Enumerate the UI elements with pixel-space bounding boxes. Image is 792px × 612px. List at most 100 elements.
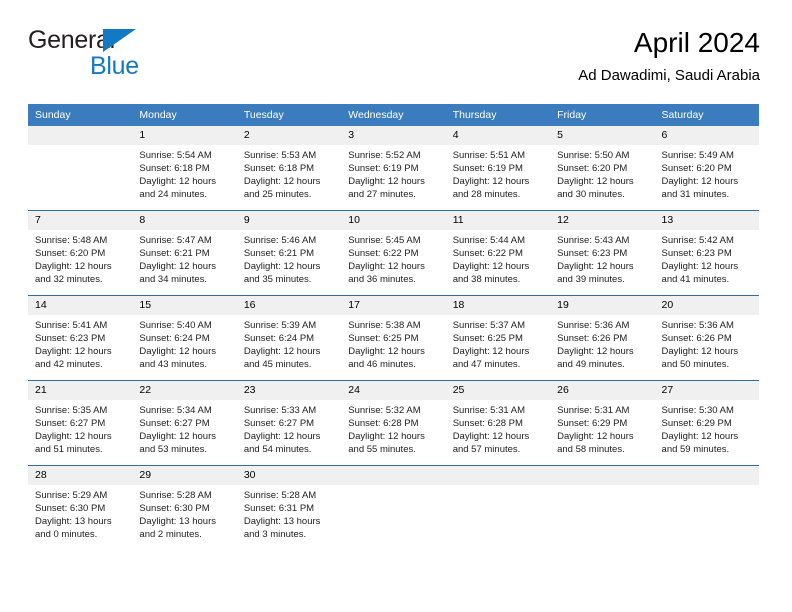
page-header: General Blue April 2024 Ad Dawadimi, Sau…	[28, 26, 760, 98]
calendar-day-cell[interactable]: 24 Sunrise: 5:32 AM Sunset: 6:28 PM Dayl…	[341, 380, 446, 466]
sunrise-text: Sunrise: 5:48 AM	[35, 235, 108, 246]
calendar-day-cell[interactable]: 27 Sunrise: 5:30 AM Sunset: 6:29 PM Dayl…	[654, 380, 759, 466]
daylight-text-line2: and 45 minutes.	[243, 359, 312, 371]
calendar-day-cell[interactable]: 4 Sunrise: 5:51 AM Sunset: 6:19 PM Dayli…	[445, 126, 551, 211]
daylight-text-line2: and 49 minutes.	[557, 359, 625, 371]
daylight-text-line1: Daylight: 12 hours	[348, 261, 425, 273]
sunset-text: Sunset: 6:26 PM	[661, 333, 732, 345]
calendar-day-cell[interactable]: 12 Sunrise: 5:43 AM Sunset: 6:23 PM Dayl…	[550, 210, 655, 296]
daylight-text-line1: Daylight: 12 hours	[661, 176, 739, 188]
calendar-week-row: 7 Sunrise: 5:48 AM Sunset: 6:20 PM Dayli…	[28, 210, 759, 296]
daylight-text-line1: Daylight: 12 hours	[557, 346, 634, 358]
sunset-text: Sunset: 6:26 PM	[557, 333, 628, 345]
daylight-text-line2: and 58 minutes.	[557, 444, 625, 456]
calendar-day-cell[interactable]: 8 Sunrise: 5:47 AM Sunset: 6:21 PM Dayli…	[132, 210, 237, 296]
calendar-day-cell[interactable]: 14 Sunrise: 5:41 AM Sunset: 6:23 PM Dayl…	[28, 295, 133, 381]
calendar-page: General Blue April 2024 Ad Dawadimi, Sau…	[0, 0, 792, 612]
daylight-text-line2: and 34 minutes.	[139, 274, 208, 286]
calendar-day-cell[interactable]: 11 Sunrise: 5:44 AM Sunset: 6:22 PM Dayl…	[445, 210, 551, 296]
calendar-day-cell[interactable]	[550, 465, 655, 550]
day-details: Sunrise: 5:28 AM Sunset: 6:31 PM Dayligh…	[237, 485, 341, 541]
daylight-text-line1: Daylight: 13 hours	[243, 516, 321, 528]
sunrise-text: Sunrise: 5:46 AM	[243, 235, 317, 246]
calendar-day-cell[interactable]: 23 Sunrise: 5:33 AM Sunset: 6:27 PM Dayl…	[236, 380, 342, 466]
weekday-header-thursday: Thursday	[445, 104, 551, 126]
daylight-text-line1: Daylight: 12 hours	[139, 261, 216, 273]
calendar-day-cell[interactable]: 18 Sunrise: 5:37 AM Sunset: 6:25 PM Dayl…	[445, 295, 551, 381]
daylight-text-line2: and 43 minutes.	[139, 359, 208, 371]
calendar-day-cell[interactable]: 6 Sunrise: 5:49 AM Sunset: 6:20 PM Dayli…	[654, 126, 759, 211]
sunset-text: Sunset: 6:23 PM	[661, 248, 732, 260]
calendar-week-row: 28 Sunrise: 5:29 AM Sunset: 6:30 PM Dayl…	[28, 465, 759, 550]
calendar-day-cell[interactable]: 15 Sunrise: 5:40 AM Sunset: 6:24 PM Dayl…	[132, 295, 237, 381]
daylight-text-line1: Daylight: 12 hours	[243, 431, 321, 443]
calendar-day-cell[interactable]: 22 Sunrise: 5:34 AM Sunset: 6:27 PM Dayl…	[132, 380, 237, 466]
day-details: Sunrise: 5:52 AM Sunset: 6:19 PM Dayligh…	[341, 145, 445, 201]
calendar-day-cell[interactable]: 26 Sunrise: 5:31 AM Sunset: 6:29 PM Dayl…	[550, 380, 655, 466]
daylight-text-line1: Daylight: 12 hours	[35, 261, 112, 273]
sunset-text: Sunset: 6:23 PM	[35, 333, 106, 345]
day-details: Sunrise: 5:34 AM Sunset: 6:27 PM Dayligh…	[132, 400, 236, 456]
calendar-day-cell[interactable]: 17 Sunrise: 5:38 AM Sunset: 6:25 PM Dayl…	[341, 295, 446, 381]
calendar-body: 1 Sunrise: 5:54 AM Sunset: 6:18 PM Dayli…	[28, 126, 759, 550]
day-number: 26	[550, 381, 655, 400]
calendar-day-cell[interactable]: 28 Sunrise: 5:29 AM Sunset: 6:30 PM Dayl…	[28, 465, 133, 550]
sunset-text: Sunset: 6:20 PM	[661, 163, 732, 175]
day-number: 16	[236, 296, 342, 315]
calendar-day-cell[interactable]: 5 Sunrise: 5:50 AM Sunset: 6:20 PM Dayli…	[550, 126, 655, 211]
calendar-day-cell[interactable]: 3 Sunrise: 5:52 AM Sunset: 6:19 PM Dayli…	[341, 126, 446, 211]
calendar-day-cell[interactable]: 20 Sunrise: 5:36 AM Sunset: 6:26 PM Dayl…	[654, 295, 759, 381]
title-block: April 2024 Ad Dawadimi, Saudi Arabia	[578, 26, 760, 86]
daylight-text-line1: Daylight: 12 hours	[243, 346, 321, 358]
day-number: 11	[445, 211, 551, 230]
day-details	[446, 485, 550, 489]
daylight-text-line2: and 42 minutes.	[35, 359, 103, 371]
daylight-text-line2: and 41 minutes.	[661, 274, 730, 286]
calendar-day-cell[interactable]: 10 Sunrise: 5:45 AM Sunset: 6:22 PM Dayl…	[341, 210, 446, 296]
daylight-text-line1: Daylight: 12 hours	[452, 346, 530, 358]
sunrise-text: Sunrise: 5:43 AM	[557, 235, 630, 246]
calendar-day-cell[interactable]: 21 Sunrise: 5:35 AM Sunset: 6:27 PM Dayl…	[28, 380, 133, 466]
day-number: 25	[445, 381, 551, 400]
calendar-day-cell[interactable]: 2 Sunrise: 5:53 AM Sunset: 6:18 PM Dayli…	[236, 126, 342, 211]
daylight-text-line1: Daylight: 12 hours	[557, 431, 634, 443]
calendar-day-cell[interactable]: 13 Sunrise: 5:42 AM Sunset: 6:23 PM Dayl…	[654, 210, 759, 296]
calendar-day-cell[interactable]: 7 Sunrise: 5:48 AM Sunset: 6:20 PM Dayli…	[28, 210, 133, 296]
calendar-day-cell[interactable]: 16 Sunrise: 5:39 AM Sunset: 6:24 PM Dayl…	[236, 295, 342, 381]
day-number: 29	[132, 466, 237, 485]
day-number: 24	[341, 381, 446, 400]
calendar-day-cell[interactable]: 19 Sunrise: 5:36 AM Sunset: 6:26 PM Dayl…	[550, 295, 655, 381]
sunset-text: Sunset: 6:23 PM	[557, 248, 628, 260]
sunset-text: Sunset: 6:24 PM	[243, 333, 315, 345]
day-number: 30	[236, 466, 342, 485]
sunrise-text: Sunrise: 5:53 AM	[243, 150, 317, 161]
day-number: 20	[654, 296, 759, 315]
calendar-day-cell[interactable]	[28, 126, 133, 211]
daylight-text-line1: Daylight: 12 hours	[557, 261, 634, 273]
day-details: Sunrise: 5:32 AM Sunset: 6:28 PM Dayligh…	[341, 400, 445, 456]
day-details: Sunrise: 5:31 AM Sunset: 6:28 PM Dayligh…	[446, 400, 550, 456]
day-details: Sunrise: 5:36 AM Sunset: 6:26 PM Dayligh…	[550, 315, 654, 371]
weekday-header-friday: Friday	[550, 104, 655, 126]
calendar-day-cell[interactable]	[654, 465, 759, 550]
calendar-day-cell[interactable]	[445, 465, 551, 550]
calendar-day-cell[interactable]: 1 Sunrise: 5:54 AM Sunset: 6:18 PM Dayli…	[132, 126, 237, 211]
calendar-day-cell[interactable]: 29 Sunrise: 5:28 AM Sunset: 6:30 PM Dayl…	[132, 465, 237, 550]
daylight-text-line1: Daylight: 12 hours	[243, 176, 321, 188]
calendar-day-cell[interactable]: 9 Sunrise: 5:46 AM Sunset: 6:21 PM Dayli…	[236, 210, 342, 296]
sunset-text: Sunset: 6:28 PM	[452, 418, 523, 430]
sunset-text: Sunset: 6:27 PM	[139, 418, 210, 430]
day-details	[341, 485, 445, 489]
day-number: 21	[28, 381, 133, 400]
calendar-day-cell[interactable]: 25 Sunrise: 5:31 AM Sunset: 6:28 PM Dayl…	[445, 380, 551, 466]
sunrise-text: Sunrise: 5:32 AM	[348, 405, 421, 416]
logo-text-blue: Blue	[90, 52, 139, 80]
calendar-day-cell[interactable]	[341, 465, 446, 550]
sunrise-text: Sunrise: 5:31 AM	[557, 405, 630, 416]
day-number: 28	[28, 466, 133, 485]
daylight-text-line2: and 3 minutes.	[243, 529, 307, 541]
day-details: Sunrise: 5:46 AM Sunset: 6:21 PM Dayligh…	[237, 230, 341, 286]
sunset-text: Sunset: 6:25 PM	[348, 333, 419, 345]
calendar-day-cell[interactable]: 30 Sunrise: 5:28 AM Sunset: 6:31 PM Dayl…	[236, 465, 342, 550]
daylight-text-line2: and 50 minutes.	[661, 359, 730, 371]
